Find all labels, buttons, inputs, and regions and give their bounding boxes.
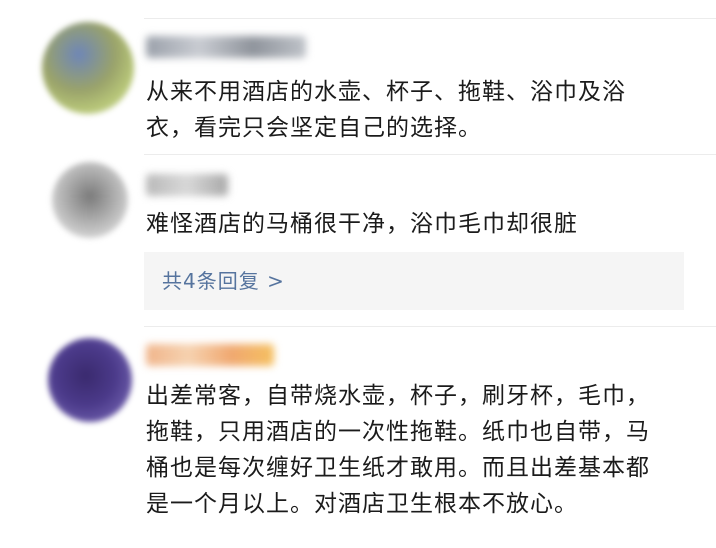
replies-box: 共4条回复 > — [144, 252, 684, 310]
comment-text: 难怪酒店的马桶很干净，浴巾毛巾却很脏 — [146, 206, 578, 242]
avatar[interactable] — [42, 22, 134, 114]
comment-line: 出差常客，自带烧水壶，杯子，刷牙杯，毛巾， — [146, 383, 650, 409]
comment-line: 是一个月以上。对酒店卫生根本不放心。 — [146, 491, 578, 517]
comment-line: 难怪酒店的马桶很干净，浴巾毛巾却很脏 — [146, 211, 578, 237]
divider — [144, 154, 716, 155]
username-blurred[interactable] — [146, 344, 274, 366]
comment-text: 出差常客，自带烧水壶，杯子，刷牙杯，毛巾， 拖鞋，只用酒店的一次性拖鞋。纸巾也自… — [146, 378, 650, 522]
comment-line: 衣，看完只会坚定自己的选择。 — [146, 115, 482, 141]
divider — [144, 326, 716, 327]
comment-line: 拖鞋，只用酒店的一次性拖鞋。纸巾也自带，马 — [146, 419, 650, 445]
comment-line: 从来不用酒店的水壶、杯子、拖鞋、浴巾及浴 — [146, 79, 626, 105]
avatar[interactable] — [52, 162, 128, 238]
comment-text: 从来不用酒店的水壶、杯子、拖鞋、浴巾及浴 衣，看完只会坚定自己的选择。 — [146, 74, 626, 146]
avatar[interactable] — [48, 338, 132, 422]
comment-line: 桶也是每次缠好卫生纸才敢用。而且出差基本都 — [146, 455, 650, 481]
view-replies-link[interactable]: 共4条回复 > — [162, 268, 285, 294]
username-blurred[interactable] — [146, 174, 228, 196]
divider-top — [144, 18, 716, 19]
username-blurred[interactable] — [146, 36, 306, 58]
